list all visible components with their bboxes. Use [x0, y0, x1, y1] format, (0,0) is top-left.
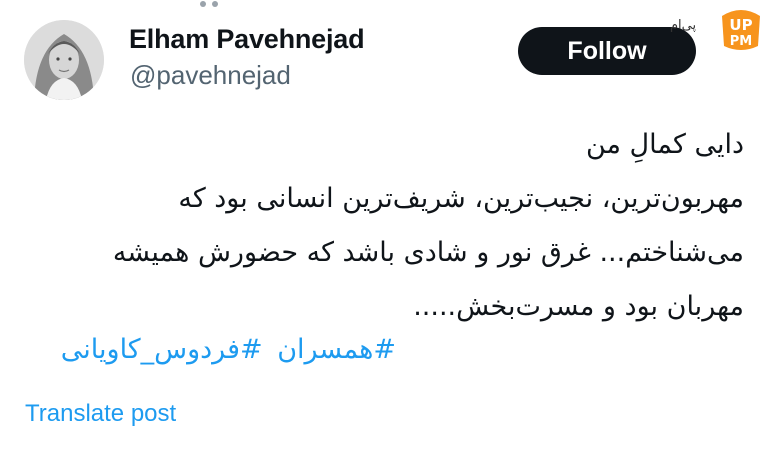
- tweet-line: مهربان بود و مسرت‌بخش.....: [413, 291, 744, 322]
- hashtag-link[interactable]: #همسران: [277, 334, 396, 365]
- top-cropped-ui: [200, 0, 240, 7]
- tweet-text: دایی کمالِ من مهربون‌ترین، نجیب‌ترین، شر…: [14, 118, 744, 334]
- avatar[interactable]: [24, 20, 104, 100]
- watermark: پی‌ام‌ UP PM: [670, 4, 766, 56]
- hashtag-list: #همسران #فردوس_کاویانی: [55, 334, 396, 365]
- user-handle[interactable]: @pavehnejad: [130, 60, 291, 91]
- pm-logo-icon: UP PM: [722, 10, 760, 50]
- hashtag-link[interactable]: #فردوس_کاویانی: [61, 334, 263, 365]
- tweet-line: می‌شناختم... غرق نور و شادی باشد که حضور…: [112, 237, 744, 268]
- tweet-line: مهربون‌ترین، نجیب‌ترین، شریف‌ترین انسانی…: [178, 183, 744, 214]
- tweet-line: دایی کمالِ من: [585, 129, 744, 160]
- translate-post-link[interactable]: Translate post: [25, 400, 176, 428]
- svg-text:PM: PM: [730, 34, 752, 49]
- avatar-portrait: [24, 20, 104, 100]
- svg-text:UP: UP: [729, 16, 752, 34]
- watermark-text: پی‌ام‌: [670, 18, 697, 33]
- display-name[interactable]: Elham Pavehnejad: [129, 24, 365, 55]
